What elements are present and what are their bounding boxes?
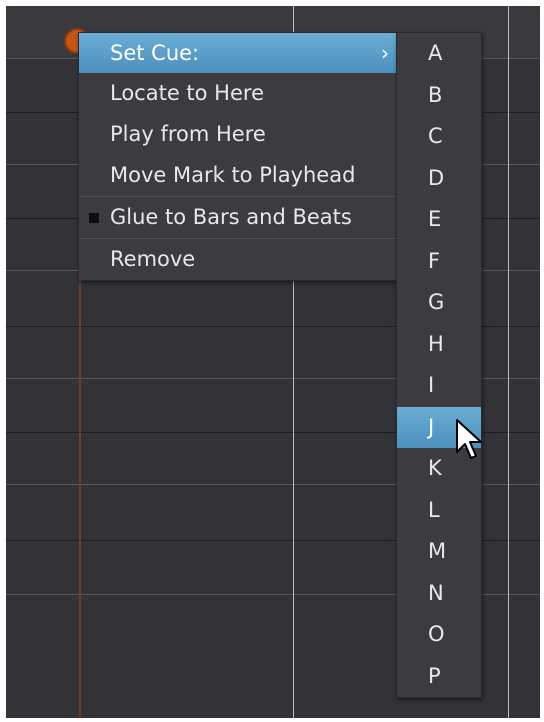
menu-item-label: Play from Here bbox=[110, 122, 266, 146]
menu-item-label: Glue to Bars and Beats bbox=[110, 205, 352, 229]
checkbox-filled-icon bbox=[89, 213, 99, 223]
cue-item-o[interactable]: O bbox=[397, 614, 481, 656]
menu-item-label: Locate to Here bbox=[110, 81, 264, 105]
cue-item-l[interactable]: L bbox=[397, 490, 481, 532]
cue-submenu: A B C D E F G H I J K L M N O P bbox=[396, 32, 482, 698]
cue-item-h[interactable]: H bbox=[397, 324, 481, 366]
cue-item-n[interactable]: N bbox=[397, 573, 481, 615]
menu-item-label: Set Cue: bbox=[110, 41, 200, 65]
chevron-right-icon: › bbox=[381, 41, 389, 65]
cue-item-d[interactable]: D bbox=[397, 158, 481, 200]
menu-item-glue-to-bars-and-beats[interactable]: Glue to Bars and Beats bbox=[79, 197, 397, 238]
cue-item-b[interactable]: B bbox=[397, 75, 481, 117]
grid-line bbox=[508, 6, 509, 718]
cue-item-i[interactable]: I bbox=[397, 365, 481, 407]
cue-item-c[interactable]: C bbox=[397, 116, 481, 158]
menu-item-locate-to-here[interactable]: Locate to Here bbox=[79, 73, 397, 114]
marker-context-menu: Set Cue: › Locate to Here Play from Here… bbox=[78, 32, 398, 281]
menu-item-remove[interactable]: Remove bbox=[79, 239, 397, 280]
menu-item-label: Remove bbox=[110, 247, 196, 271]
cue-item-g[interactable]: G bbox=[397, 282, 481, 324]
menu-item-set-cue[interactable]: Set Cue: › bbox=[79, 33, 397, 73]
menu-item-label: Move Mark to Playhead bbox=[110, 163, 356, 187]
cue-item-a[interactable]: A bbox=[397, 33, 481, 75]
cue-item-e[interactable]: E bbox=[397, 199, 481, 241]
cue-item-m[interactable]: M bbox=[397, 531, 481, 573]
cue-item-p[interactable]: P bbox=[397, 656, 481, 698]
menu-item-play-from-here[interactable]: Play from Here bbox=[79, 114, 397, 155]
cue-item-f[interactable]: F bbox=[397, 241, 481, 283]
mouse-pointer-icon bbox=[456, 419, 482, 459]
menu-item-move-mark-to-playhead[interactable]: Move Mark to Playhead bbox=[79, 155, 397, 196]
